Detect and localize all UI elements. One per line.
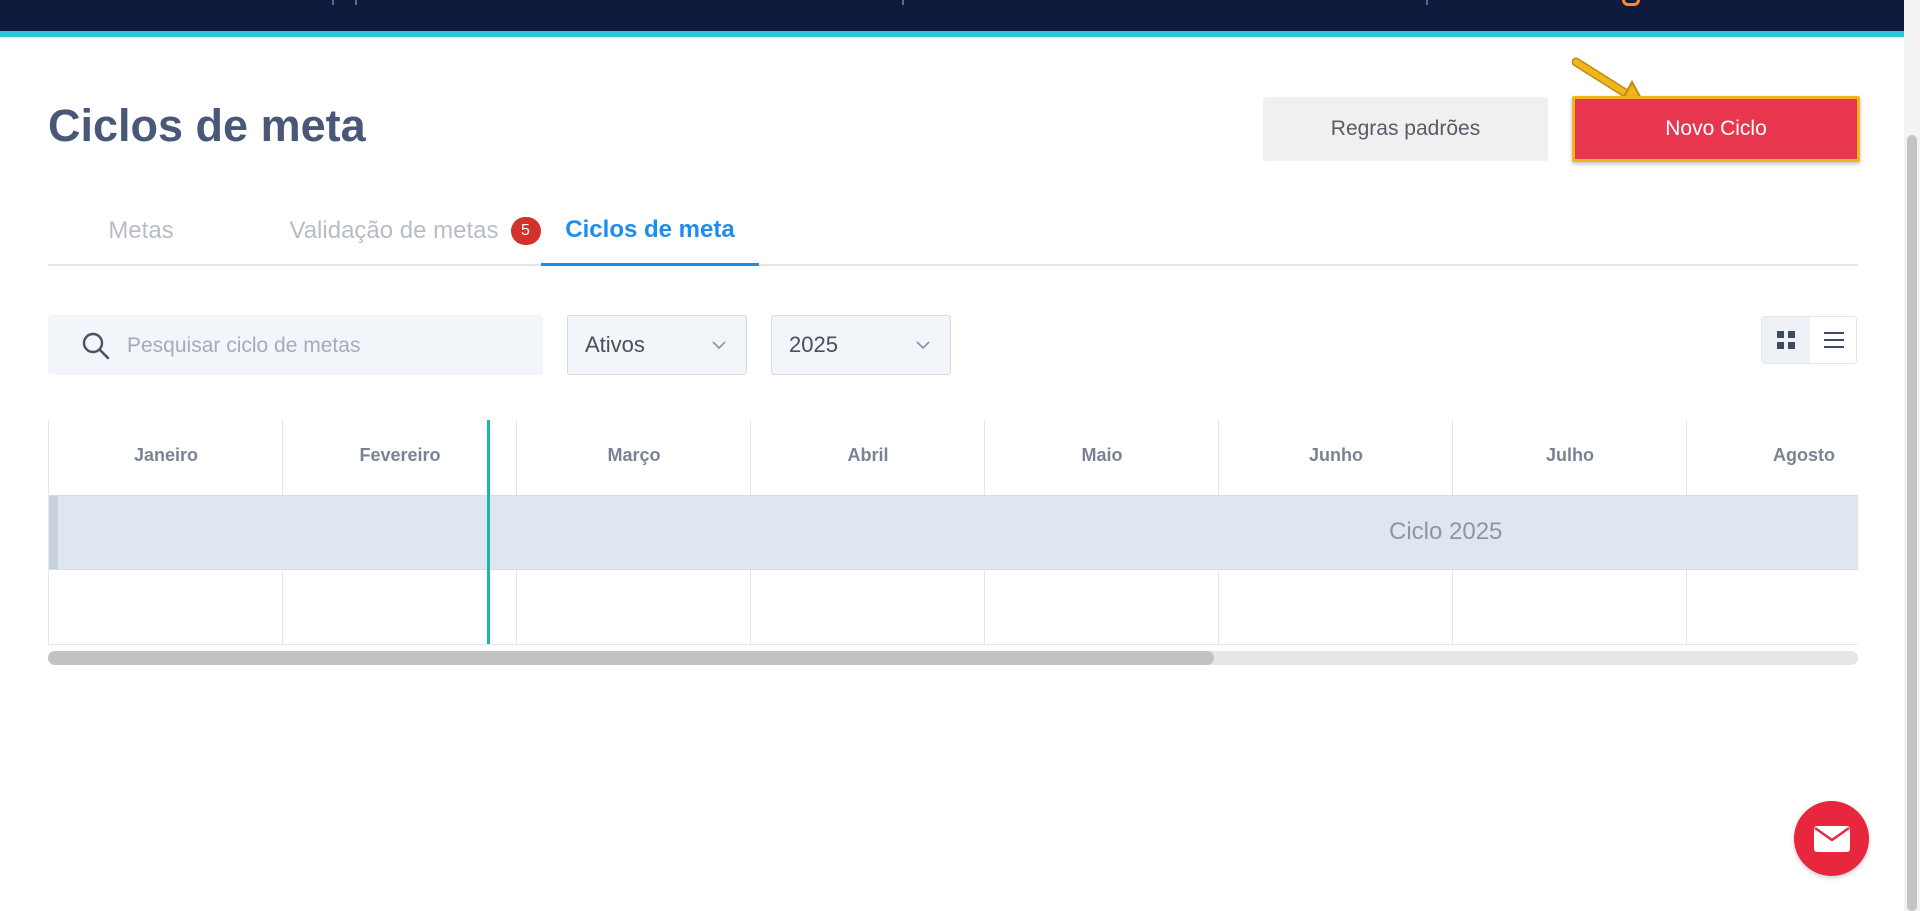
cycle-label: Ciclo 2025 <box>1389 518 1503 545</box>
tab-bar: Metas Validação de metas 5 Ciclos de met… <box>48 196 1858 266</box>
month-label: Fevereiro <box>359 445 441 465</box>
horizontal-scrollbar-thumb[interactable] <box>48 651 1214 665</box>
top-navigation-bar <box>0 0 1920 31</box>
month-label: Junho <box>1309 445 1363 465</box>
vertical-scrollbar[interactable] <box>1904 0 1920 911</box>
view-toggle <box>1761 316 1857 364</box>
nav-separator <box>332 0 334 5</box>
list-view-button[interactable] <box>1810 317 1856 363</box>
tab-ciclos-de-meta[interactable]: Ciclos de meta <box>541 196 759 266</box>
year-select[interactable]: 2025 <box>771 315 951 375</box>
nav-separator <box>1426 0 1428 5</box>
list-view-icon <box>1824 332 1844 348</box>
chevron-down-icon <box>712 341 726 350</box>
accent-line <box>0 31 1920 37</box>
year-select-value: 2025 <box>789 332 838 357</box>
cycle-bar[interactable]: Ciclo 2025 <box>49 495 1858 570</box>
page-title: Ciclos de meta <box>48 100 366 151</box>
month-label: Abril <box>847 445 889 465</box>
search-input[interactable] <box>125 315 529 377</box>
status-select[interactable]: Ativos <box>567 315 747 375</box>
month-label: Maio <box>1081 445 1123 465</box>
tab-metas[interactable]: Metas <box>48 196 234 266</box>
chevron-down-icon <box>916 341 930 350</box>
tab-label: Validação de metas <box>289 217 499 244</box>
default-rules-button[interactable]: Regras padrões <box>1263 97 1548 161</box>
search-icon <box>82 332 110 360</box>
nav-separator <box>902 0 904 5</box>
pending-count-badge: 5 <box>510 217 541 245</box>
vertical-scrollbar-thumb[interactable] <box>1907 135 1917 911</box>
search-box <box>48 315 543 377</box>
tab-validacao-de-metas[interactable]: Validação de metas 5 <box>256 196 574 266</box>
new-cycle-button[interactable]: Novo Ciclo <box>1572 96 1860 162</box>
mail-icon <box>1813 825 1850 852</box>
tab-label: Ciclos de meta <box>565 215 735 243</box>
notification-icon[interactable] <box>1622 0 1640 6</box>
horizontal-scrollbar[interactable] <box>48 651 1858 665</box>
status-select-value: Ativos <box>585 332 645 357</box>
contact-mail-button[interactable] <box>1794 801 1869 876</box>
page: Ciclos de meta Regras padrões Novo Ciclo… <box>0 0 1920 911</box>
month-label: Agosto <box>1773 445 1835 465</box>
today-marker <box>487 420 490 644</box>
tab-label: Metas <box>108 217 174 244</box>
month-label: Março <box>607 445 661 465</box>
grid-view-button[interactable] <box>1762 317 1810 363</box>
cycle-timeline: Janeiro Fevereiro Março Abril Maio Junho… <box>48 420 1858 645</box>
cycle-bar-start-edge <box>49 496 58 569</box>
month-label: Julho <box>1546 445 1594 465</box>
grid-view-icon <box>1777 331 1795 349</box>
nav-separator <box>355 0 357 5</box>
month-label: Janeiro <box>133 445 199 465</box>
